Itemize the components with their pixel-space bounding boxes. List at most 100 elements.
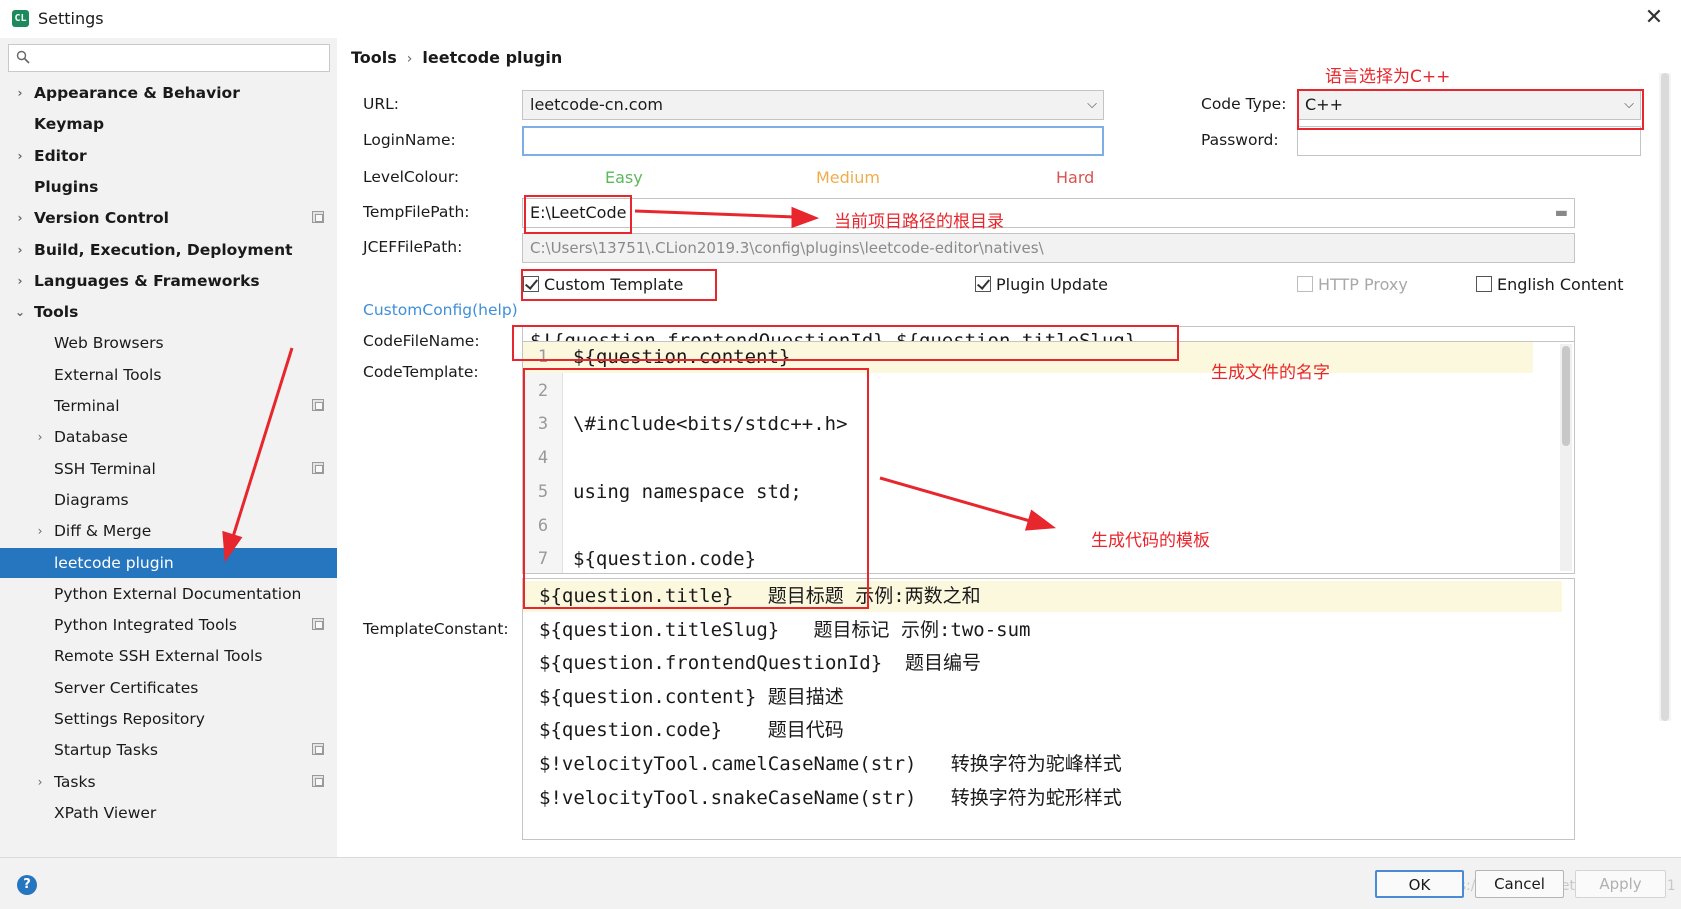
project-settings-icon [312, 743, 324, 755]
sidebar-item-label: Startup Tasks [54, 741, 158, 759]
breadcrumb-separator: › [406, 51, 413, 67]
login-name-input[interactable] [522, 126, 1104, 156]
sidebar-item-label: Editor [34, 147, 87, 165]
search-input[interactable] [8, 44, 330, 72]
sidebar-item-label: Diagrams [54, 491, 129, 509]
sidebar-item-editor[interactable]: › Editor [0, 141, 337, 171]
line-number: 5 [537, 481, 549, 502]
level-medium[interactable]: Medium [816, 168, 880, 187]
sidebar-item-tools[interactable]: ⌄ Tools [0, 297, 337, 327]
sidebar-item-diff-merge[interactable]: › Diff & Merge [0, 516, 337, 546]
sidebar-item-keymap[interactable]: Keymap [0, 109, 337, 139]
chevron-right-icon[interactable]: › [14, 266, 26, 296]
sidebar-item-label: Languages & Frameworks [34, 272, 260, 290]
english-content-checkbox[interactable]: English Content [1476, 275, 1624, 294]
line-number: 4 [537, 448, 549, 469]
temp-file-path-input[interactable]: E:\LeetCode ▬ [522, 198, 1575, 228]
sidebar-item-label: leetcode plugin [54, 554, 174, 572]
custom-template-checkbox[interactable]: Custom Template [523, 275, 683, 294]
chevron-right-icon[interactable]: › [14, 141, 26, 171]
sidebar-item-plugins[interactable]: Plugins [0, 172, 337, 202]
level-colour-label: LevelColour: [363, 168, 460, 186]
cancel-button[interactable]: Cancel [1475, 870, 1564, 898]
code-type-combo[interactable]: C++ ⌵ [1297, 90, 1641, 120]
sidebar-item-python-external-documentation[interactable]: Python External Documentation [0, 579, 337, 609]
sidebar-item-ssh-terminal[interactable]: SSH Terminal [0, 454, 337, 484]
chevron-right-icon[interactable]: › [14, 203, 26, 233]
sidebar-item-version-control[interactable]: › Version Control [0, 203, 337, 233]
plugin-update-label: Plugin Update [996, 275, 1109, 294]
code-text: ${question.code} [573, 548, 757, 571]
sidebar-item-build-execution-deployment[interactable]: › Build, Execution, Deployment [0, 235, 337, 265]
panel-scrollbar[interactable] [1659, 73, 1671, 721]
line-number: 6 [537, 515, 549, 536]
checkbox-unchecked-icon [1476, 276, 1492, 292]
dialog-button-bar: ? https://blog.csdn.net/qq_20035171 OK C… [0, 857, 1681, 909]
template-constant-line: $!velocityTool.snakeCaseName(str) 转换字符为蛇… [539, 786, 1122, 809]
password-label: Password: [1201, 131, 1279, 149]
http-proxy-checkbox[interactable]: HTTP Proxy [1297, 275, 1408, 294]
jcef-file-path-input[interactable]: C:\Users\13751\.CLion2019.3\config\plugi… [522, 233, 1575, 263]
jcef-file-path-label: JCEFFilePath: [363, 238, 463, 256]
sidebar-item-database[interactable]: › Database [0, 422, 337, 452]
temp-file-path-value: E:\LeetCode [530, 203, 627, 222]
code-text: \#include<bits/stdc++.h> [573, 413, 848, 436]
password-input[interactable] [1297, 126, 1641, 156]
chevron-down-icon: ⌵ [1624, 97, 1634, 112]
level-hard[interactable]: Hard [1056, 168, 1094, 187]
sidebar-item-leetcode-plugin[interactable]: leetcode plugin [0, 548, 337, 578]
sidebar-item-label: Web Browsers [54, 334, 164, 352]
editor-scrollbar[interactable] [1560, 344, 1572, 571]
filename-annotation: 生成文件的名字 [1211, 363, 1330, 383]
url-combo[interactable]: leetcode-cn.com ⌵ [522, 90, 1104, 120]
chevron-right-icon[interactable]: › [34, 516, 46, 546]
sidebar-item-label: Appearance & Behavior [34, 84, 240, 102]
chevron-right-icon[interactable]: › [34, 767, 46, 797]
sidebar-item-server-certificates[interactable]: Server Certificates [0, 673, 337, 703]
temp-file-path-label: TempFilePath: [363, 203, 470, 221]
sidebar-item-label: SSH Terminal [54, 460, 156, 478]
breadcrumb-parent[interactable]: Tools [351, 48, 397, 67]
code-type-label: Code Type: [1201, 95, 1287, 113]
sidebar-item-label: External Tools [54, 366, 162, 384]
sidebar-item-settings-repository[interactable]: Settings Repository [0, 704, 337, 734]
code-text: using namespace std; [573, 480, 802, 503]
code-line: 3 \#include<bits/stdc++.h> [523, 409, 1533, 440]
sidebar-item-external-tools[interactable]: External Tools [0, 360, 337, 390]
sidebar-item-startup-tasks[interactable]: Startup Tasks [0, 735, 337, 765]
sidebar-item-tasks[interactable]: › Tasks [0, 767, 337, 797]
sidebar-item-python-integrated-tools[interactable]: Python Integrated Tools [0, 610, 337, 640]
sidebar-item-terminal[interactable]: Terminal [0, 391, 337, 421]
apply-button[interactable]: Apply [1575, 870, 1666, 898]
chevron-right-icon[interactable]: › [14, 235, 26, 265]
help-icon[interactable]: ? [17, 875, 37, 895]
sidebar-item-xpath-viewer[interactable]: XPath Viewer [0, 798, 337, 828]
sidebar-item-remote-ssh-external-tools[interactable]: Remote SSH External Tools [0, 641, 337, 671]
chevron-right-icon[interactable]: › [34, 422, 46, 452]
sidebar-item-web-browsers[interactable]: Web Browsers [0, 328, 337, 358]
http-proxy-label: HTTP Proxy [1318, 275, 1408, 294]
ok-button[interactable]: OK [1375, 870, 1464, 898]
code-template-editor[interactable]: 1 ${question.content} 2 3 \#include<bits/std… [522, 341, 1575, 574]
template-annotation: 生成代码的模板 [1091, 531, 1210, 551]
sidebar-item-label: Keymap [34, 115, 105, 133]
sidebar-item-label: Python External Documentation [54, 585, 302, 603]
level-easy[interactable]: Easy [605, 168, 643, 187]
sidebar-item-diagrams[interactable]: Diagrams [0, 485, 337, 515]
checkbox-checked-icon [975, 276, 991, 292]
sidebar-item-appearance-behavior[interactable]: › Appearance & Behavior [0, 78, 337, 108]
sidebar-item-label: Tasks [54, 773, 96, 791]
plugin-update-checkbox[interactable]: Plugin Update [975, 275, 1108, 294]
code-line: 5 using namespace std; [523, 477, 1533, 508]
custom-config-help-link[interactable]: CustomConfig(help) [363, 301, 518, 319]
folder-icon[interactable]: ▬ [1555, 199, 1568, 227]
template-constant-line: ${question.titleSlug} 题目标记 示例:two-sum [539, 618, 1031, 641]
sidebar-item-label: Version Control [34, 209, 169, 227]
sidebar-item-label: XPath Viewer [54, 804, 157, 822]
settings-sidebar: › Appearance & Behavior Keymap › Editor Plugi… [0, 38, 337, 857]
template-constant-editor[interactable]: ${question.title} 题目标题 示例:两数之和 ${question… [522, 578, 1575, 840]
chevron-down-icon[interactable]: ⌄ [14, 297, 26, 327]
sidebar-item-languages-frameworks[interactable]: › Languages & Frameworks [0, 266, 337, 296]
chevron-right-icon[interactable]: › [14, 78, 26, 108]
close-icon[interactable]: ✕ [1640, 4, 1668, 32]
